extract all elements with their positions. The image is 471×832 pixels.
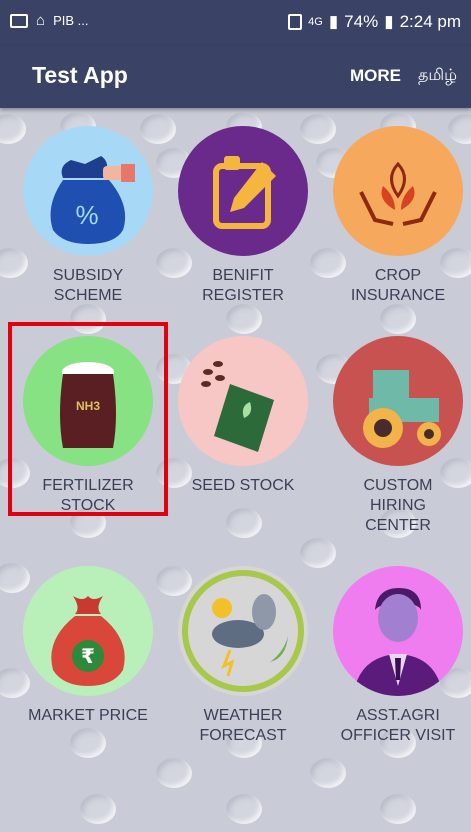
tile-label: ASST.AGRI OFFICER VISIT — [340, 707, 456, 744]
app-bar: Test App MORE தமிழ் — [0, 46, 471, 108]
money-bag-percent-icon: % — [23, 126, 153, 256]
seed-packet-icon — [178, 336, 308, 466]
selection-highlight — [8, 322, 168, 516]
app-title: Test App — [32, 62, 128, 88]
tile-label: CUSTOM HIRING CENTER — [363, 477, 433, 534]
status-left-text: PIB ... — [53, 13, 89, 28]
bubble-decoration — [156, 758, 192, 788]
tile-label: BENIFIT REGISTER — [202, 267, 284, 304]
bubble-decoration — [226, 794, 262, 824]
tile-market-price[interactable]: ₹ MARKET PRICE — [13, 566, 163, 726]
tile-benifit-register[interactable]: BENIFIT REGISTER — [168, 126, 318, 306]
document-pen-icon — [178, 126, 308, 256]
hands-leaf-icon — [333, 126, 463, 256]
tile-crop-insurance[interactable]: CROP INSURANCE — [323, 126, 471, 306]
tile-label: CROP INSURANCE — [350, 267, 446, 304]
weather-storm-icon — [178, 566, 308, 696]
tractor-icon — [333, 336, 463, 466]
signal-strength-icon: ▮ — [328, 12, 339, 31]
signal-notification-icon: ⌂ — [36, 12, 46, 29]
tile-label: SEED STOCK — [191, 477, 295, 494]
bubble-decoration — [310, 758, 346, 788]
bubble-decoration — [300, 538, 336, 568]
image-notification-icon — [10, 13, 28, 28]
bubble-decoration — [80, 794, 116, 824]
language-toggle-button[interactable]: தமிழ் — [418, 66, 457, 86]
sim-icon — [288, 14, 303, 30]
network-type: 4G — [308, 16, 323, 28]
officer-avatar-icon — [333, 566, 463, 696]
bubble-decoration — [70, 728, 106, 758]
bubble-decoration — [380, 304, 416, 334]
tile-asst-agri-officer-visit[interactable]: ASST.AGRI OFFICER VISIT — [323, 566, 471, 746]
tile-custom-hiring-center[interactable]: CUSTOM HIRING CENTER — [323, 336, 471, 536]
status-bar: ⌂ PIB ... 4G ▮ 74% ▮ 2:24 pm — [0, 0, 471, 46]
bubble-decoration — [226, 508, 262, 538]
tile-subsidy-scheme[interactable]: % SUBSIDY SCHEME — [13, 126, 163, 306]
more-button[interactable]: MORE — [350, 66, 401, 86]
bubble-decoration — [380, 794, 416, 824]
tile-label: MARKET PRICE — [28, 707, 148, 724]
tile-label: WEATHER FORECAST — [199, 707, 287, 744]
clock: 2:24 pm — [399, 12, 461, 31]
tile-label: SUBSIDY SCHEME — [52, 267, 124, 304]
battery-icon: ▮ — [384, 12, 394, 31]
svg-text:%: % — [75, 200, 98, 230]
bubble-decoration — [226, 304, 262, 334]
rupee-bag-icon: ₹ — [23, 566, 153, 696]
svg-text:₹: ₹ — [81, 644, 95, 668]
tile-seed-stock[interactable]: SEED STOCK — [168, 336, 318, 496]
battery-percent: 74% — [344, 12, 379, 31]
tile-weather-forecast[interactable]: WEATHER FORECAST — [168, 566, 318, 746]
